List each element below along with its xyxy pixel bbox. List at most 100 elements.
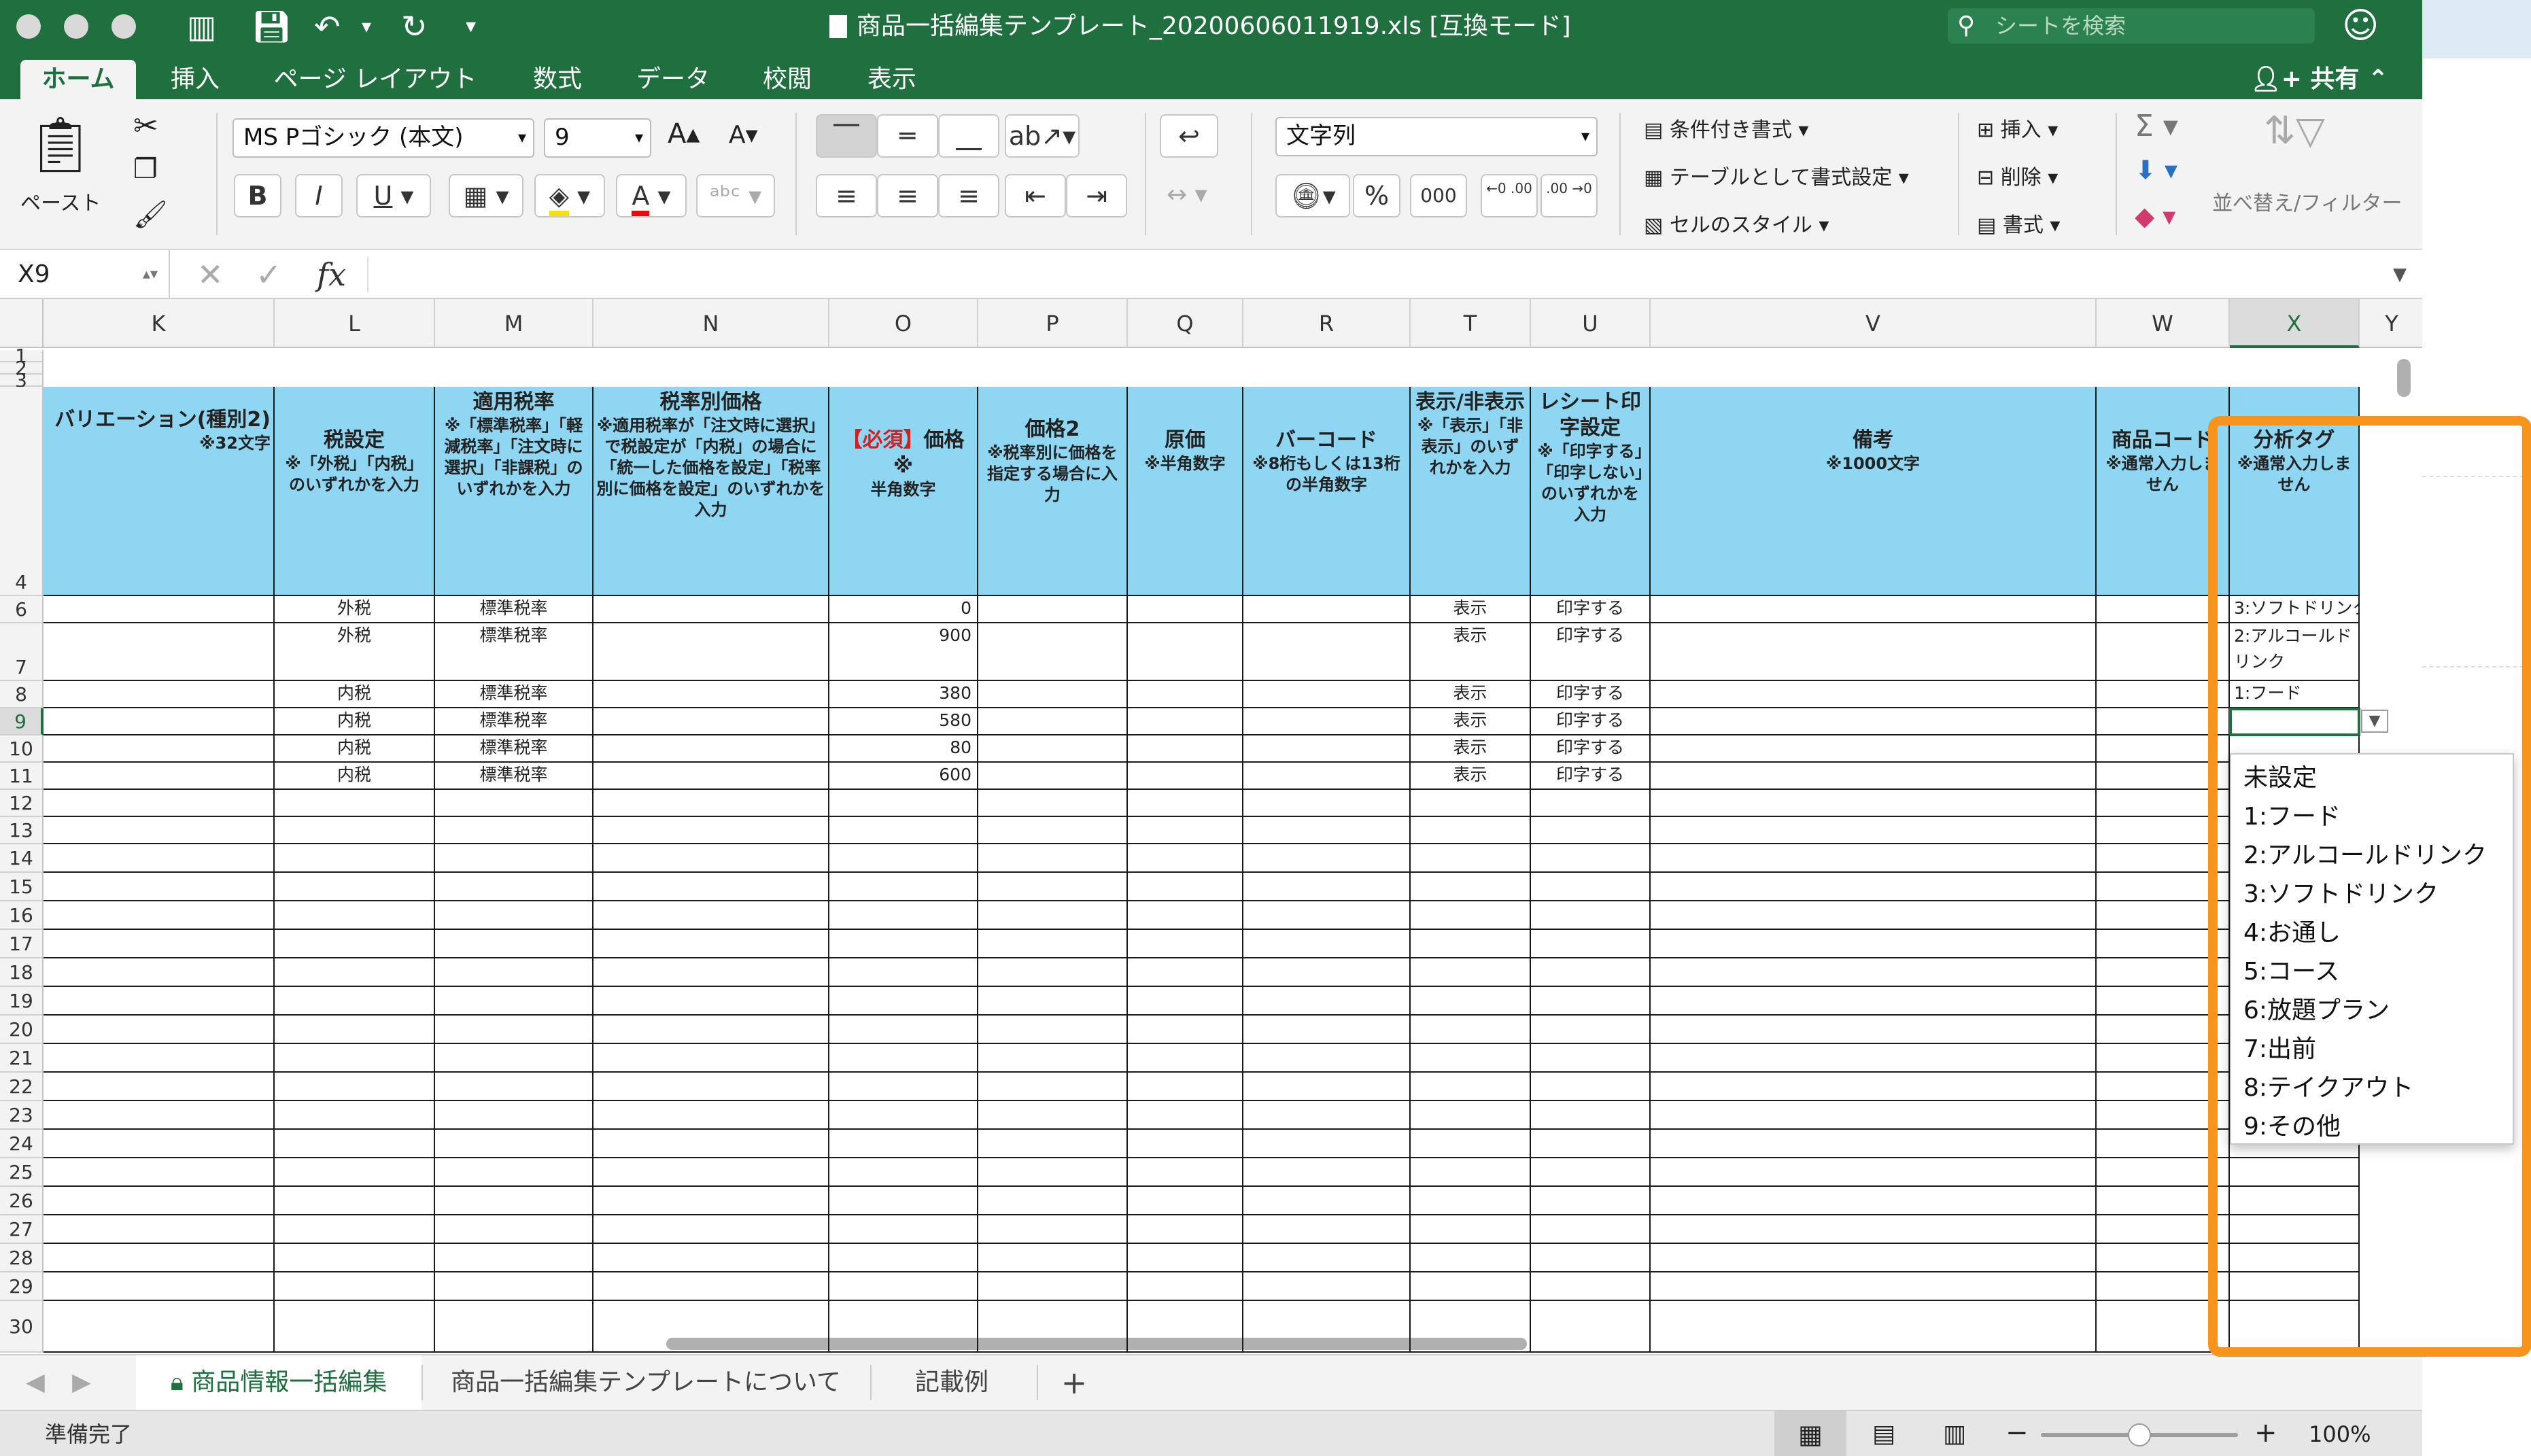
cell-v14[interactable] [1651,844,2097,873]
formula-input[interactable] [381,256,2352,294]
cell-v15[interactable] [1651,873,2097,901]
merge-center-icon[interactable]: ↔ ▾ [1167,181,1207,209]
cell-n11[interactable] [593,763,829,790]
cell-q18[interactable] [1128,958,1243,987]
row-header-23[interactable]: 23 [0,1101,44,1130]
cell-q22[interactable] [1128,1073,1243,1101]
cell-p18[interactable] [978,958,1128,987]
row-header-16[interactable]: 16 [0,901,44,930]
cell-t30[interactable] [1411,1301,1531,1353]
column-header-p[interactable]: P [978,299,1128,348]
cell-p26[interactable] [978,1187,1128,1215]
cell-n30[interactable] [593,1301,829,1353]
cell-o27[interactable] [829,1215,978,1244]
cell-t16[interactable] [1411,901,1531,930]
cell-q27[interactable] [1128,1215,1243,1244]
name-box-stepper-icon[interactable]: ▴▾ [143,250,158,299]
cell-r8[interactable] [1243,681,1411,708]
cell-n28[interactable] [593,1244,829,1272]
sidebar-toggle-icon[interactable]: ▥ [187,8,216,45]
cell-k16[interactable] [44,901,275,930]
tab-review[interactable]: 校閲 [753,60,821,99]
column-header-y[interactable]: Y [2360,299,2422,348]
cell-t8[interactable]: 表示 [1411,681,1531,708]
cell-l8[interactable]: 内税 [275,681,435,708]
redo-icon[interactable]: ↻ [401,8,428,45]
cell-q14[interactable] [1128,844,1243,873]
cell-o15[interactable] [829,873,978,901]
cell-m30[interactable] [435,1301,593,1353]
tab-formulas[interactable]: 数式 [517,60,598,99]
column-header-q[interactable]: Q [1128,299,1243,348]
fill-color-button[interactable]: ◈ ▾ [534,174,605,218]
sheet-search-input[interactable]: ⚲ シートを検索 [1948,8,2315,44]
cell-l15[interactable] [275,873,435,901]
row-header-18[interactable]: 18 [0,958,44,987]
column-header-l[interactable]: L [275,299,435,348]
cell-l29[interactable] [275,1272,435,1301]
tab-view[interactable]: 表示 [858,60,926,99]
cell-v9[interactable] [1651,708,2097,735]
cell-l10[interactable]: 内税 [275,735,435,763]
cell-k24[interactable] [44,1130,275,1158]
column-header-u[interactable]: U [1531,299,1651,348]
cell-o7[interactable]: 900 [829,623,978,681]
row-header-10[interactable]: 10 [0,735,44,763]
cell-n14[interactable] [593,844,829,873]
cell-u30[interactable] [1531,1301,1651,1353]
cell-n19[interactable] [593,987,829,1016]
cell-p12[interactable] [978,790,1128,817]
cell-u14[interactable] [1531,844,1651,873]
bold-button[interactable]: B [234,174,281,218]
cell-u28[interactable] [1531,1244,1651,1272]
cell-p17[interactable] [978,930,1128,958]
cell-k17[interactable] [44,930,275,958]
cell-q11[interactable] [1128,763,1243,790]
row-header-9[interactable]: 9 [0,708,44,735]
cell-n21[interactable] [593,1044,829,1073]
cell-k6[interactable] [44,596,275,623]
column-header-x[interactable]: X [2230,299,2360,348]
cell-r26[interactable] [1243,1187,1411,1215]
cell-o26[interactable] [829,1187,978,1215]
cell-v27[interactable] [1651,1215,2097,1244]
cell-m11[interactable]: 標準税率 [435,763,593,790]
cell-l6[interactable]: 外税 [275,596,435,623]
cell-t21[interactable] [1411,1044,1531,1073]
cell-m19[interactable] [435,987,593,1016]
cell-l24[interactable] [275,1130,435,1158]
decrease-indent-button[interactable]: ⇤ [1005,174,1066,218]
cell-l30[interactable] [275,1301,435,1353]
insert-cells-button[interactable]: ⊞ 挿入 ▾ [1977,113,2058,143]
cell-l13[interactable] [275,817,435,844]
cell-p11[interactable] [978,763,1128,790]
cell-o14[interactable] [829,844,978,873]
cell-v19[interactable] [1651,987,2097,1016]
cell-m8[interactable]: 標準税率 [435,681,593,708]
font-name-select[interactable]: MS Pゴシック (本文) ▾ [233,118,534,158]
cell-v16[interactable] [1651,901,2097,930]
row-header-13[interactable]: 13 [0,817,44,844]
font-color-button[interactable]: A ▾ [616,174,687,218]
sort-filter-icon[interactable]: ⇅▽ [2264,109,2325,153]
row-header-25[interactable]: 25 [0,1158,44,1187]
cell-r20[interactable] [1243,1016,1411,1044]
cell-r19[interactable] [1243,987,1411,1016]
cell-l27[interactable] [275,1215,435,1244]
font-size-select[interactable]: 9 ▾ [544,118,651,158]
cell-u23[interactable] [1531,1101,1651,1130]
cell-v13[interactable] [1651,817,2097,844]
cell-p25[interactable] [978,1158,1128,1187]
autosum-icon[interactable]: Σ ▾ [2135,109,2178,143]
row-header-17[interactable]: 17 [0,930,44,958]
feedback-smiley-icon[interactable]: ☺ [2342,5,2379,46]
cell-r10[interactable] [1243,735,1411,763]
row-header-8[interactable]: 8 [0,681,44,708]
decrease-font-size-icon[interactable]: A▾ [729,121,758,149]
cell-n25[interactable] [593,1158,829,1187]
cell-k25[interactable] [44,1158,275,1187]
cell-p23[interactable] [978,1101,1128,1130]
cell-r29[interactable] [1243,1272,1411,1301]
cell-o25[interactable] [829,1158,978,1187]
row-header-3[interactable]: 3 [0,371,44,390]
